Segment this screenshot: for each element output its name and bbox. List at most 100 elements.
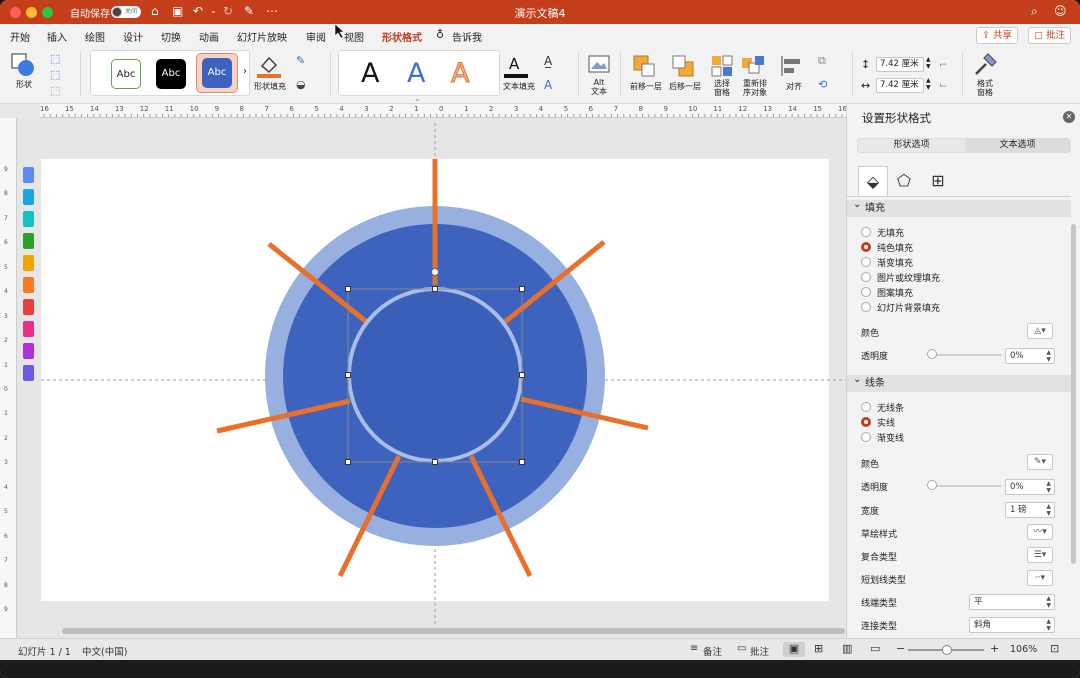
- resize-handle[interactable]: [519, 459, 525, 465]
- resize-handle[interactable]: [345, 372, 351, 378]
- line-option-label[interactable]: 渐变线: [877, 431, 904, 444]
- fill-option-label[interactable]: 图案填充: [877, 286, 913, 299]
- slide-graphics: [41, 23, 846, 625]
- line-width-input[interactable]: 1 磅 ▲ ▼: [1005, 502, 1055, 518]
- zoom-slider-knob[interactable]: [942, 645, 952, 655]
- dash-type-label: 短划线类型: [861, 576, 907, 586]
- rotate-handle[interactable]: [431, 268, 439, 276]
- line-transparency-knob[interactable]: [927, 480, 937, 490]
- reading-view-icon[interactable]: ▥: [842, 642, 852, 656]
- cap-type-select[interactable]: 平 ▲ ▼: [969, 594, 1055, 610]
- effects-pentagon-icon[interactable]: ⬠: [889, 166, 919, 196]
- share-button[interactable]: ⇪ 共享: [976, 27, 1018, 44]
- fill-transparency-slider[interactable]: [931, 354, 1001, 356]
- fill-radio[interactable]: [861, 272, 871, 282]
- line-transparency-input[interactable]: 0% ▲ ▼: [1005, 479, 1055, 495]
- tab-text-options[interactable]: 文本选项: [965, 139, 1070, 152]
- fit-slide-icon[interactable]: ⊡: [1050, 642, 1059, 656]
- format-pane-icon[interactable]: [972, 52, 998, 78]
- comments-icon[interactable]: ▭: [737, 642, 746, 656]
- fill-radio[interactable]: [861, 227, 871, 237]
- line-transparency-slider[interactable]: [931, 485, 1001, 487]
- line-color-label: 颜色: [861, 460, 880, 470]
- format-pane-label: 格式 窗格: [977, 79, 993, 97]
- zoom-level[interactable]: 106%: [1010, 644, 1037, 655]
- resize-handle[interactable]: [519, 372, 525, 378]
- join-type-select[interactable]: 斜角 ▲ ▼: [969, 617, 1055, 633]
- height-icon: ↕: [861, 58, 871, 71]
- status-bar: 幻灯片 1 / 1 中文(中国) ≡ 备注 ▭ 批注 ▣ ⊞ ▥ ▭ − + 1…: [0, 638, 1080, 660]
- horizontal-scrollbar[interactable]: [62, 628, 845, 634]
- line-radio[interactable]: [861, 402, 871, 412]
- resize-handle[interactable]: [345, 286, 351, 292]
- pane-title: 设置形状格式: [862, 111, 931, 125]
- line-section-header[interactable]: 线条: [847, 371, 1071, 392]
- comments-button[interactable]: ▢ 批注: [1028, 27, 1072, 44]
- powerpoint-window: 自动保存 关闭 ⌂ ▣ ↶ ⌄ ↻ ✎ ⋯ 演示文稿4 ⌕ ☺ 开始 插入 绘图…: [0, 0, 1080, 678]
- language-indicator[interactable]: 中文(中国): [82, 644, 127, 658]
- resize-handle[interactable]: [519, 286, 525, 292]
- dash-type-picker[interactable]: ┈▾: [1027, 570, 1053, 586]
- compound-type-picker[interactable]: ☰▾: [1027, 547, 1053, 563]
- height-input[interactable]: 7.42 厘米: [876, 57, 924, 72]
- slide-counter: 幻灯片 1 / 1: [18, 647, 71, 658]
- search-icon[interactable]: ⌕: [1031, 4, 1038, 18]
- fill-line-icon[interactable]: ⬙: [858, 166, 888, 196]
- pane-options-toggle: 形状选项 文本选项: [857, 138, 1071, 153]
- lock-aspect-icon[interactable]: ⌐: [939, 60, 947, 71]
- fill-option-label[interactable]: 纯色填充: [877, 241, 913, 254]
- pen-icon: ✎: [1033, 457, 1042, 467]
- width-input[interactable]: 7.42 厘米: [876, 78, 924, 93]
- fill-option-label[interactable]: 幻灯片背景填充: [877, 301, 940, 314]
- line-transparency-value: 0%: [1010, 482, 1024, 492]
- resize-handle[interactable]: [432, 286, 438, 292]
- line-transparency-label: 透明度: [861, 483, 889, 493]
- fill-radio[interactable]: [861, 242, 871, 252]
- resize-handle[interactable]: [345, 459, 351, 465]
- pane-scrollbar[interactable]: [1071, 224, 1076, 564]
- fill-transparency-value: 0%: [1010, 351, 1024, 361]
- notes-icon[interactable]: ≡: [690, 642, 698, 656]
- fill-color-label: 颜色: [861, 329, 880, 339]
- size-properties-icon[interactable]: ⊞: [923, 166, 953, 196]
- height-stepper[interactable]: ▲ ▼: [926, 56, 931, 70]
- normal-view-icon[interactable]: ▣: [783, 642, 805, 657]
- paint-bucket-icon: ◬: [1034, 326, 1042, 336]
- cap-type-value: 平: [974, 597, 983, 607]
- mouse-cursor-icon: [334, 23, 345, 39]
- slideshow-icon[interactable]: ▭: [870, 642, 880, 656]
- fill-transparency-knob[interactable]: [927, 349, 937, 359]
- account-icon[interactable]: ☺: [1054, 4, 1067, 18]
- status-comments-button[interactable]: 批注: [750, 644, 769, 658]
- width-stepper[interactable]: ▲ ▼: [926, 77, 931, 91]
- fill-option-label[interactable]: 图片或纹理填充: [877, 271, 940, 284]
- fill-radio[interactable]: [861, 302, 871, 312]
- sketch-style-picker[interactable]: 〰▾: [1027, 524, 1053, 540]
- desktop-strip: [0, 660, 1080, 678]
- line-radio[interactable]: [861, 432, 871, 442]
- lock-aspect-bottom-icon: ⌙: [939, 80, 948, 91]
- fill-radio[interactable]: [861, 257, 871, 267]
- line-radio[interactable]: [861, 417, 871, 427]
- sketch-style-label: 草绘样式: [861, 530, 898, 540]
- close-icon[interactable]: ✕: [1063, 111, 1075, 123]
- tab-shape-options[interactable]: 形状选项: [858, 139, 965, 152]
- fill-option-label[interactable]: 渐变填充: [877, 256, 913, 269]
- fill-section-header[interactable]: 填充: [847, 196, 1071, 217]
- fill-option-label[interactable]: 无填充: [877, 226, 904, 239]
- compound-type-label: 复合类型: [861, 553, 898, 563]
- line-option-label[interactable]: 实线: [877, 416, 895, 429]
- comments-label: 批注: [1046, 30, 1066, 41]
- fill-radio[interactable]: [861, 287, 871, 297]
- line-option-label[interactable]: 无线条: [877, 401, 904, 414]
- zoom-out-icon[interactable]: −: [896, 642, 905, 656]
- line-color-picker[interactable]: ✎▾: [1027, 454, 1053, 470]
- fill-transparency-label: 透明度: [861, 352, 889, 362]
- notes-button[interactable]: 备注: [703, 644, 722, 658]
- slide-sorter-icon[interactable]: ⊞: [814, 642, 823, 656]
- inner-blue-circle[interactable]: [351, 291, 519, 459]
- fill-color-picker[interactable]: ◬▾: [1027, 323, 1053, 339]
- resize-handle[interactable]: [432, 459, 438, 465]
- fill-transparency-input[interactable]: 0% ▲ ▼: [1005, 348, 1055, 364]
- zoom-in-icon[interactable]: +: [990, 642, 999, 656]
